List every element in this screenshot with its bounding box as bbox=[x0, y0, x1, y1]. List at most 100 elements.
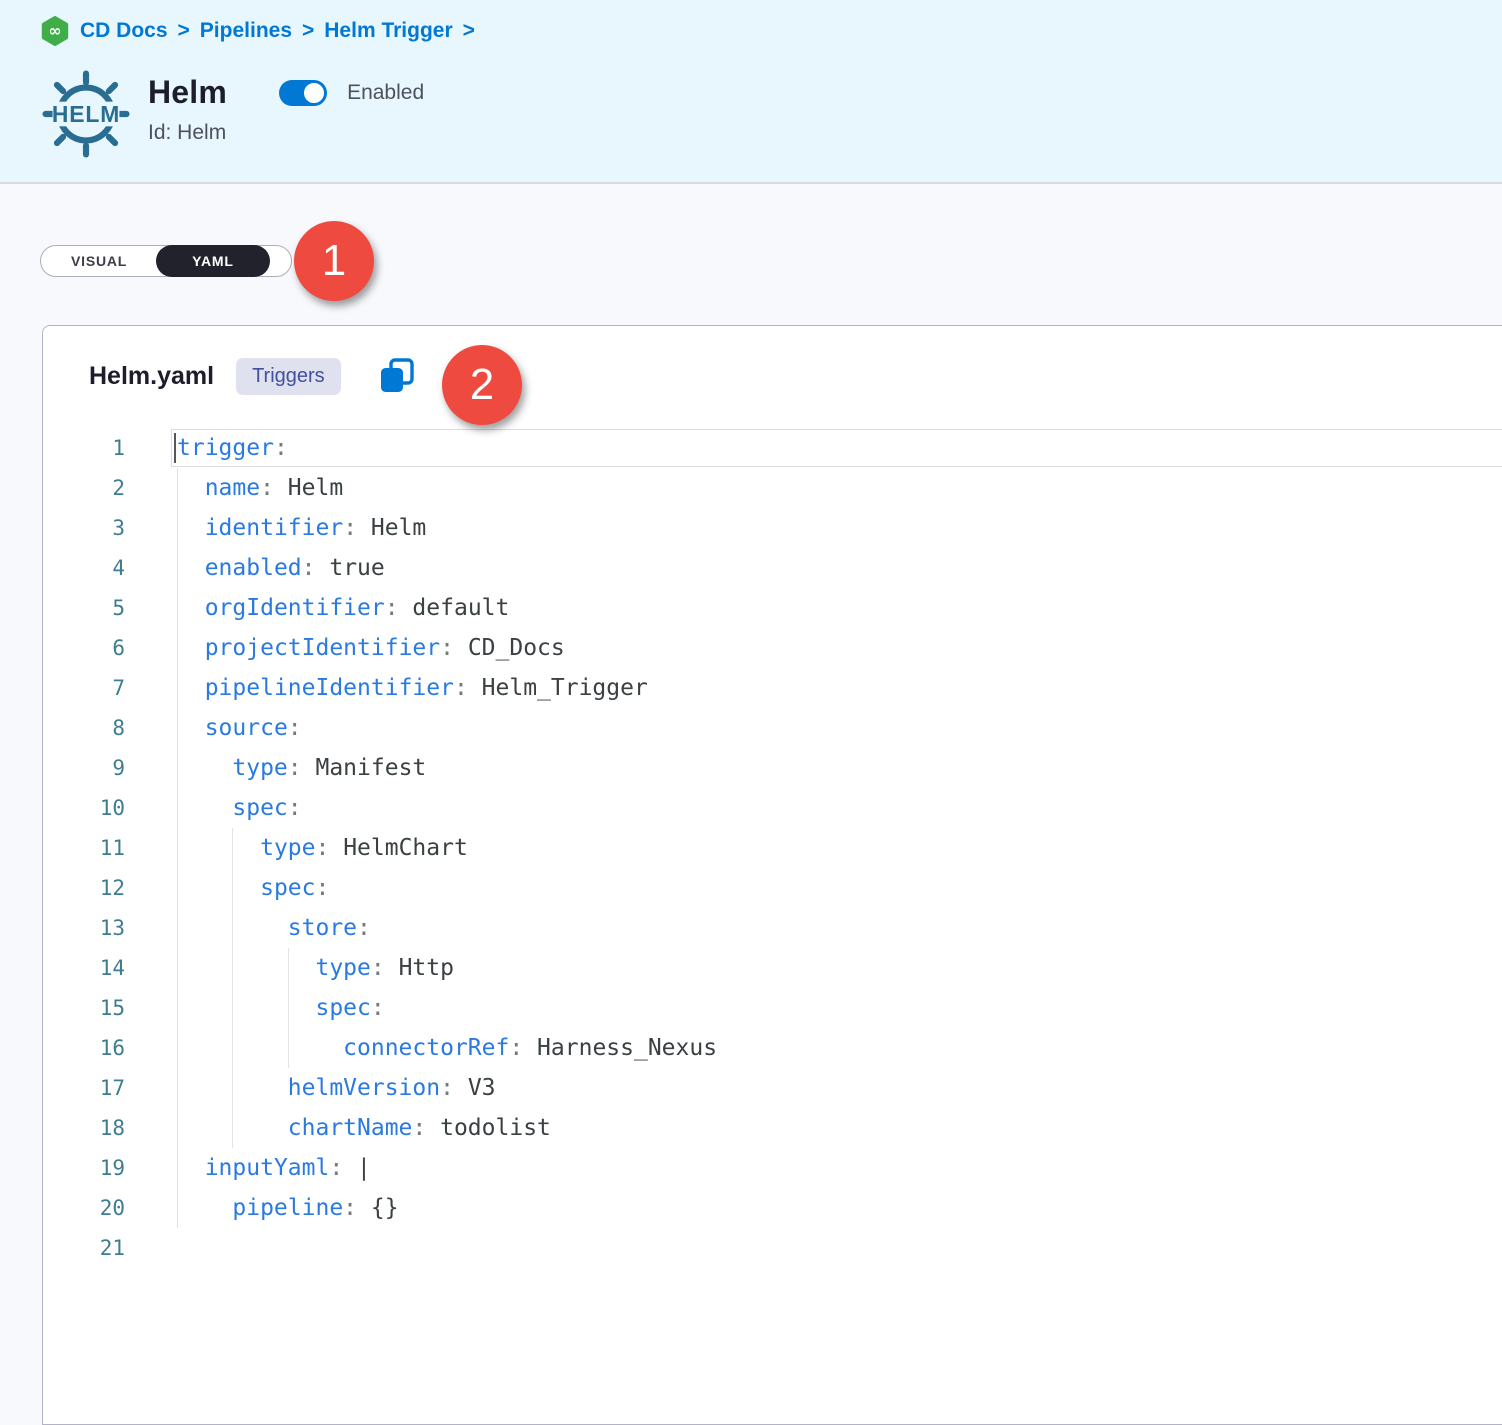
line-number: 2 bbox=[43, 476, 125, 500]
indent-guide bbox=[177, 748, 178, 788]
line-number: 3 bbox=[43, 516, 125, 540]
code-content[interactable]: pipeline: {} bbox=[177, 1188, 1502, 1228]
code-line-16[interactable]: 16 connectorRef: Harness_Nexus bbox=[43, 1028, 1502, 1068]
code-lines[interactable]: 1trigger:2 name: Helm3 identifier: Helm4… bbox=[43, 428, 1502, 1268]
indent-guide bbox=[177, 508, 178, 548]
indent-guide bbox=[177, 1148, 178, 1188]
cd-module-icon: ∞ bbox=[40, 16, 70, 46]
code-line-21[interactable]: 21 bbox=[43, 1228, 1502, 1268]
code-line-9[interactable]: 9 type: Manifest bbox=[43, 748, 1502, 788]
code-content[interactable]: store: bbox=[177, 908, 1502, 948]
indent-guide bbox=[177, 788, 178, 828]
code-line-1[interactable]: 1 trigger: bbox=[43, 428, 1502, 468]
code-line-15[interactable]: 15 spec: bbox=[43, 988, 1502, 1028]
code-content[interactable]: type: Manifest bbox=[177, 748, 1502, 788]
copy-icon[interactable] bbox=[379, 357, 415, 395]
line-number: 8 bbox=[43, 716, 125, 740]
indent-guide bbox=[177, 668, 178, 708]
code-line-18[interactable]: 18 chartName: todolist bbox=[43, 1108, 1502, 1148]
line-number: 21 bbox=[43, 1236, 125, 1260]
code-line-11[interactable]: 11 type: HelmChart bbox=[43, 828, 1502, 868]
code-content[interactable]: name: Helm bbox=[177, 468, 1502, 508]
code-content[interactable]: chartName: todolist bbox=[177, 1108, 1502, 1148]
code-line-17[interactable]: 17 helmVersion: V3 bbox=[43, 1068, 1502, 1108]
page-header: ∞ CD Docs > Pipelines > Helm Trigger > H… bbox=[0, 0, 1502, 184]
code-line-20[interactable]: 20 pipeline: {} bbox=[43, 1188, 1502, 1228]
breadcrumb-separator: > bbox=[302, 19, 314, 43]
code-content[interactable]: trigger: bbox=[177, 428, 1502, 468]
indent-guide bbox=[177, 988, 178, 1028]
code-content[interactable]: enabled: true bbox=[177, 548, 1502, 588]
indent-guide bbox=[177, 1188, 178, 1228]
code-line-8[interactable]: 8 source: bbox=[43, 708, 1502, 748]
svg-text:HELM: HELM bbox=[52, 101, 120, 127]
current-line-highlight bbox=[171, 429, 1502, 467]
toggle-knob bbox=[302, 81, 326, 105]
line-number: 18 bbox=[43, 1116, 125, 1140]
line-number: 20 bbox=[43, 1196, 125, 1220]
code-content[interactable]: pipelineIdentifier: Helm_Trigger bbox=[177, 668, 1502, 708]
indent-guide bbox=[177, 868, 178, 908]
code-line-2[interactable]: 2 name: Helm bbox=[43, 468, 1502, 508]
indent-guide bbox=[288, 988, 289, 1028]
indent-guide bbox=[232, 948, 233, 988]
code-content[interactable]: type: HelmChart bbox=[177, 828, 1502, 868]
annotation-step-2: 2 bbox=[442, 345, 522, 425]
code-content[interactable]: projectIdentifier: CD_Docs bbox=[177, 628, 1502, 668]
triggers-badge: Triggers bbox=[236, 358, 341, 395]
breadcrumb-link-helm-trigger[interactable]: Helm Trigger bbox=[324, 19, 452, 43]
code-content[interactable]: connectorRef: Harness_Nexus bbox=[177, 1028, 1502, 1068]
line-number: 14 bbox=[43, 956, 125, 980]
code-line-5[interactable]: 5 orgIdentifier: default bbox=[43, 588, 1502, 628]
line-number: 11 bbox=[43, 836, 125, 860]
tab-yaml[interactable]: YAML bbox=[156, 245, 270, 277]
indent-guide bbox=[288, 1028, 289, 1068]
code-content[interactable]: identifier: Helm bbox=[177, 508, 1502, 548]
code-content[interactable]: helmVersion: V3 bbox=[177, 1068, 1502, 1108]
indent-guide bbox=[177, 588, 178, 628]
breadcrumb: ∞ CD Docs > Pipelines > Helm Trigger > bbox=[0, 0, 1502, 46]
code-line-6[interactable]: 6 projectIdentifier: CD_Docs bbox=[43, 628, 1502, 668]
indent-guide bbox=[177, 1028, 178, 1068]
indent-guide bbox=[177, 908, 178, 948]
line-number: 5 bbox=[43, 596, 125, 620]
enabled-toggle[interactable] bbox=[279, 80, 327, 106]
text-cursor bbox=[174, 433, 176, 463]
code-content[interactable]: type: Http bbox=[177, 948, 1502, 988]
line-number: 15 bbox=[43, 996, 125, 1020]
line-number: 12 bbox=[43, 876, 125, 900]
code-content[interactable]: spec: bbox=[177, 788, 1502, 828]
indent-guide bbox=[232, 828, 233, 868]
code-line-19[interactable]: 19 inputYaml: | bbox=[43, 1148, 1502, 1188]
yaml-editor-panel: Helm.yaml Triggers 1trigger:2 name: Helm… bbox=[42, 325, 1502, 1425]
code-line-14[interactable]: 14 type: Http bbox=[43, 948, 1502, 988]
code-content[interactable]: inputYaml: | bbox=[177, 1148, 1502, 1188]
code-line-7[interactable]: 7 pipelineIdentifier: Helm_Trigger bbox=[43, 668, 1502, 708]
indent-guide bbox=[177, 1068, 178, 1108]
code-line-10[interactable]: 10 spec: bbox=[43, 788, 1502, 828]
line-number: 13 bbox=[43, 916, 125, 940]
code-content[interactable]: source: bbox=[177, 708, 1502, 748]
yaml-file-name: Helm.yaml bbox=[89, 362, 214, 391]
line-number: 10 bbox=[43, 796, 125, 820]
indent-guide bbox=[177, 828, 178, 868]
line-number: 1 bbox=[43, 436, 125, 460]
indent-guide bbox=[177, 708, 178, 748]
visual-yaml-toggle: VISUAL YAML bbox=[40, 245, 292, 277]
code-content[interactable] bbox=[177, 1228, 1502, 1268]
code-content[interactable]: orgIdentifier: default bbox=[177, 588, 1502, 628]
line-number: 7 bbox=[43, 676, 125, 700]
code-content[interactable]: spec: bbox=[177, 988, 1502, 1028]
code-line-3[interactable]: 3 identifier: Helm bbox=[43, 508, 1502, 548]
code-line-4[interactable]: 4 enabled: true bbox=[43, 548, 1502, 588]
breadcrumb-link-pipelines[interactable]: Pipelines bbox=[200, 19, 292, 43]
code-content[interactable]: spec: bbox=[177, 868, 1502, 908]
indent-guide bbox=[232, 908, 233, 948]
breadcrumb-link-cd-docs[interactable]: CD Docs bbox=[80, 19, 168, 43]
tab-visual[interactable]: VISUAL bbox=[41, 253, 157, 269]
code-line-13[interactable]: 13 store: bbox=[43, 908, 1502, 948]
annotation-step-1: 1 bbox=[294, 221, 374, 301]
breadcrumb-separator: > bbox=[463, 19, 475, 43]
svg-text:∞: ∞ bbox=[49, 22, 62, 40]
code-line-12[interactable]: 12 spec: bbox=[43, 868, 1502, 908]
